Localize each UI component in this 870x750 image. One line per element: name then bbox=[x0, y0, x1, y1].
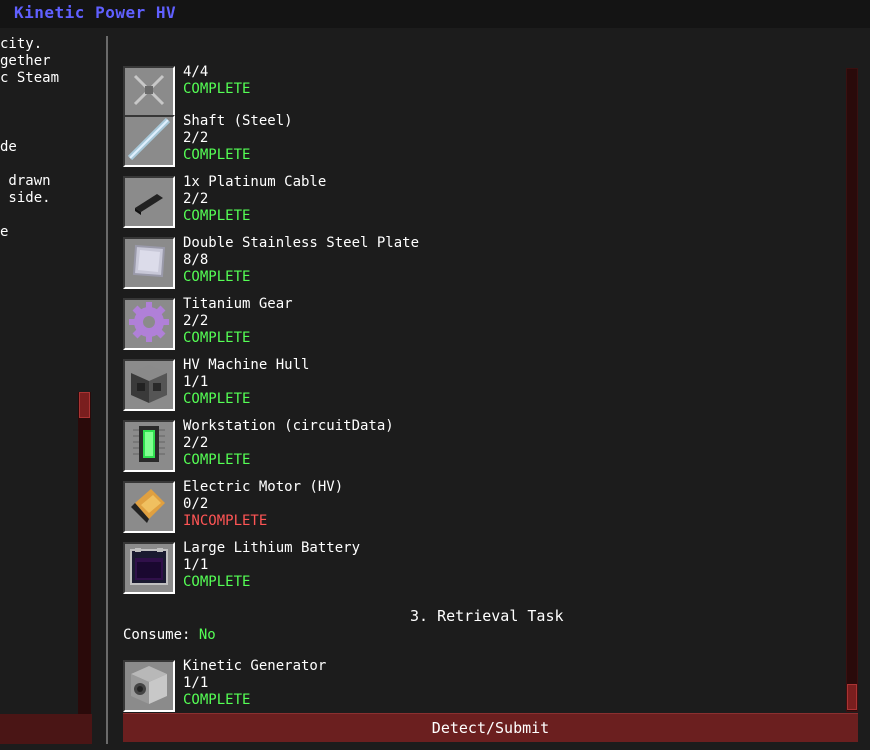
description-scrollbar-track[interactable] bbox=[78, 392, 91, 714]
steel-shaft-icon bbox=[126, 117, 172, 165]
description-line: gether bbox=[0, 53, 51, 69]
item-status: COMPLETE bbox=[183, 269, 251, 285]
electric-motor-icon bbox=[127, 483, 171, 531]
task-scrollbar-thumb[interactable] bbox=[847, 684, 857, 710]
description-line: de bbox=[0, 139, 17, 155]
item-slot[interactable] bbox=[123, 542, 175, 594]
requirement-item: Workstation (circuitData) 2/2 COMPLETE bbox=[123, 418, 823, 476]
item-status: COMPLETE bbox=[183, 692, 251, 708]
item-status: COMPLETE bbox=[183, 330, 251, 346]
requirement-item: Shaft (Steel) 2/2 COMPLETE bbox=[123, 113, 823, 171]
item-count: 1/1 bbox=[183, 374, 209, 390]
item-slot[interactable] bbox=[123, 115, 175, 167]
description-scrollbar-thumb[interactable] bbox=[79, 392, 90, 418]
item-name: HV Machine Hull bbox=[183, 357, 310, 373]
description-line: side. bbox=[0, 190, 51, 206]
item-slot[interactable] bbox=[123, 298, 175, 350]
item-name: Large Lithium Battery bbox=[183, 540, 361, 556]
item-count: 2/2 bbox=[183, 130, 209, 146]
item-name: Titanium Gear bbox=[183, 296, 293, 312]
description-line: city. bbox=[0, 36, 43, 52]
item-slot[interactable] bbox=[123, 420, 175, 472]
machine-hull-icon bbox=[127, 361, 171, 409]
left-action-bar[interactable] bbox=[0, 714, 92, 744]
item-name: 1x Platinum Cable bbox=[183, 174, 327, 190]
window-title: Kinetic Power HV bbox=[14, 3, 177, 22]
item-status: COMPLETE bbox=[183, 208, 251, 224]
item-count: 1/1 bbox=[183, 557, 209, 573]
item-slot[interactable] bbox=[123, 660, 175, 712]
task-scrollbar-track[interactable] bbox=[846, 68, 858, 712]
item-status: INCOMPLETE bbox=[183, 513, 268, 529]
requirement-item: Titanium Gear 2/2 COMPLETE bbox=[123, 296, 823, 354]
kinetic-generator-icon bbox=[127, 662, 171, 710]
item-name: Workstation (circuitData) bbox=[183, 418, 394, 434]
item-slot[interactable] bbox=[123, 481, 175, 533]
item-name: Electric Motor (HV) bbox=[183, 479, 344, 495]
item-status: COMPLETE bbox=[183, 147, 251, 163]
item-count: 4/4 bbox=[183, 64, 209, 80]
pane-divider bbox=[106, 36, 108, 744]
item-name: Shaft (Steel) bbox=[183, 113, 293, 129]
steel-plate-icon bbox=[128, 240, 170, 286]
requirement-item: Electric Motor (HV) 0/2 INCOMPLETE bbox=[123, 479, 823, 537]
item-count: 0/2 bbox=[183, 496, 209, 512]
item-count: 8/8 bbox=[183, 252, 209, 268]
requirement-item: 1x Platinum Cable 2/2 COMPLETE bbox=[123, 174, 823, 232]
consume-label: Consume: bbox=[123, 627, 191, 643]
requirement-item: Large Lithium Battery 1/1 COMPLETE bbox=[123, 540, 823, 598]
item-name: Kinetic Generator bbox=[183, 658, 327, 674]
item-count: 2/2 bbox=[183, 191, 209, 207]
description-line: e bbox=[0, 224, 9, 240]
item-slot[interactable] bbox=[123, 176, 175, 228]
item-count: 2/2 bbox=[183, 313, 209, 329]
item-status: COMPLETE bbox=[183, 81, 251, 97]
battery-icon bbox=[127, 544, 171, 592]
titanium-gear-icon bbox=[127, 300, 171, 348]
consume-setting: Consume: No bbox=[123, 627, 216, 643]
item-slot[interactable] bbox=[123, 66, 175, 118]
title-bar: Kinetic Power HV bbox=[0, 0, 870, 28]
detect-submit-button[interactable]: Detect/Submit bbox=[123, 713, 858, 742]
item-status: COMPLETE bbox=[183, 452, 251, 468]
description-line: drawn bbox=[0, 173, 51, 189]
item-count: 2/2 bbox=[183, 435, 209, 451]
consume-value[interactable]: No bbox=[199, 627, 216, 643]
requirement-item: HV Machine Hull 1/1 COMPLETE bbox=[123, 357, 823, 415]
rotor-icon bbox=[129, 70, 169, 114]
retrieval-item: Kinetic Generator 1/1 COMPLETE bbox=[123, 658, 823, 716]
item-slot[interactable] bbox=[123, 237, 175, 289]
item-slot[interactable] bbox=[123, 359, 175, 411]
item-name: Double Stainless Steel Plate bbox=[183, 235, 420, 251]
item-status: COMPLETE bbox=[183, 574, 251, 590]
retrieval-task-heading: 3. Retrieval Task bbox=[410, 607, 564, 625]
requirement-item: Double Stainless Steel Plate 8/8 COMPLET… bbox=[123, 235, 823, 293]
platinum-cable-icon bbox=[129, 180, 169, 224]
item-count: 1/1 bbox=[183, 675, 209, 691]
description-line: c Steam bbox=[0, 70, 60, 86]
item-status: COMPLETE bbox=[183, 391, 251, 407]
workstation-icon bbox=[129, 422, 169, 470]
